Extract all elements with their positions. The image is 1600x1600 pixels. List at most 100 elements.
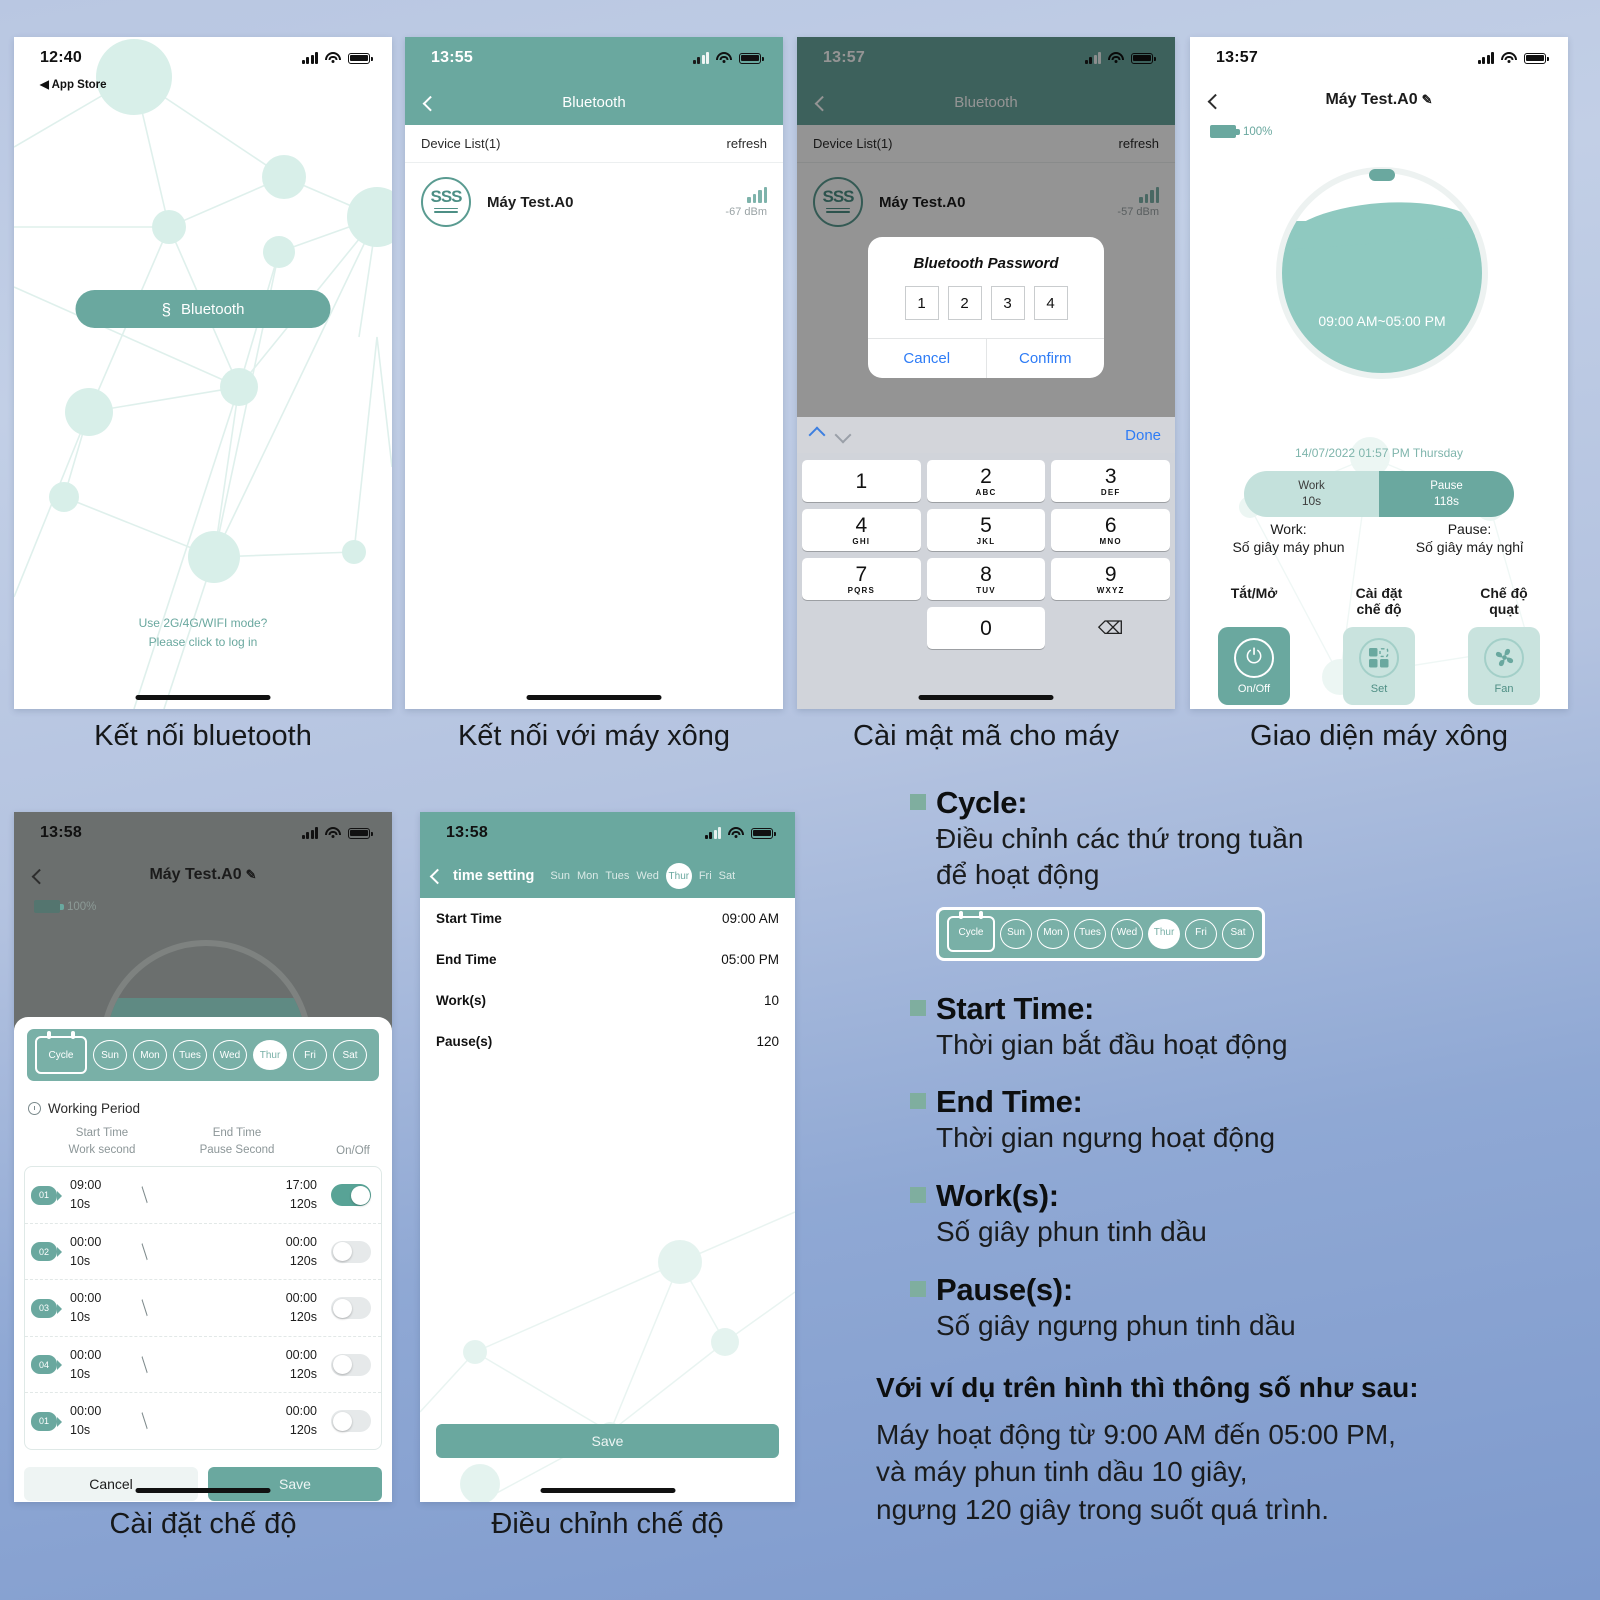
battery-percent: 100%	[67, 900, 97, 913]
pin-digit-3[interactable]: 3	[990, 286, 1025, 320]
key-3[interactable]: 3 DEF	[1051, 460, 1170, 502]
mini-day-wed[interactable]: Wed	[1111, 918, 1143, 949]
control-power-caption: Tắt/Mở	[1230, 585, 1278, 601]
keyboard-done-button[interactable]: Done	[1125, 427, 1161, 444]
home-indicator	[135, 695, 271, 700]
key-7[interactable]: 7 PQRS	[802, 558, 921, 600]
back-icon[interactable]	[31, 868, 48, 885]
day-fri[interactable]: Fri	[293, 1040, 327, 1070]
row-work-seconds[interactable]: Work(s) 10	[420, 980, 795, 1021]
chevron-down-icon[interactable]	[834, 426, 852, 444]
chevron-up-icon[interactable]	[808, 426, 826, 444]
table-row[interactable]: 02 00:00 10s ╱ 00:00 120s	[25, 1224, 381, 1281]
day-sat[interactable]: Sat	[333, 1040, 367, 1070]
key-9[interactable]: 9 WXYZ	[1051, 558, 1170, 600]
mini-day-mon[interactable]: Mon	[1037, 918, 1069, 949]
mini-day-sat[interactable]: Sat	[1222, 918, 1254, 949]
row-end-time[interactable]: End Time 05:00 PM	[420, 939, 795, 980]
edit-row-icon[interactable]: ╱	[136, 1243, 153, 1260]
table-row[interactable]: 01 09:00 10s ╱ 17:00 120s	[25, 1167, 381, 1224]
pause-pill[interactable]: Pause 118s	[1379, 471, 1514, 517]
mini-day-fri[interactable]: Fri	[1185, 918, 1217, 949]
save-button[interactable]: Save	[436, 1424, 779, 1458]
table-row[interactable]: 04 00:00 10s ╱ 00:00 120s	[25, 1337, 381, 1394]
refresh-button[interactable]: refresh	[727, 136, 767, 151]
navbar-title: Bluetooth	[562, 93, 626, 111]
row-work-second: 10s	[70, 1197, 91, 1211]
set-button[interactable]: Set	[1343, 627, 1415, 705]
back-to-app-store-link[interactable]: ◀ App Store	[40, 77, 107, 91]
edit-pencil-icon[interactable]: ✎	[246, 867, 257, 883]
row-toggle[interactable]	[331, 1240, 371, 1263]
key-1[interactable]: 1	[802, 460, 921, 502]
key-0[interactable]: 0	[926, 607, 1046, 649]
key-letters: DEF	[1100, 487, 1121, 497]
phone-screen-password-entry: 13:57 Bluetooth Device List(1) refresh S…	[797, 37, 1175, 709]
save-button[interactable]: Save	[208, 1466, 382, 1501]
key-4[interactable]: 4 GHI	[802, 509, 921, 551]
cancel-button[interactable]: Cancel	[868, 339, 987, 378]
numeric-keypad: 1 2 ABC 3 DEF 4 GHI 5 JKL 6 MNO 7 PQRS 8 TUV 9W…	[797, 453, 1175, 659]
keyboard-nav-arrows[interactable]	[808, 426, 852, 444]
confirm-button[interactable]: Confirm	[987, 339, 1105, 378]
row-label: Pause(s)	[436, 1034, 493, 1049]
dial-knob[interactable]	[1369, 169, 1395, 181]
edit-row-icon[interactable]: ╱	[136, 1356, 153, 1373]
edit-row-icon[interactable]: ╱	[136, 1413, 153, 1430]
row-end-time: 00:00	[285, 1234, 317, 1249]
day-tues[interactable]: Tues	[173, 1040, 207, 1070]
row-toggle[interactable]	[331, 1297, 371, 1319]
schedule-dial[interactable]: 09:00 AM~05:00 PM	[1276, 167, 1488, 379]
back-icon[interactable]	[422, 95, 439, 112]
backspace-icon[interactable]: ⌫	[1051, 607, 1170, 649]
pin-digit-4[interactable]: 4	[1033, 286, 1068, 320]
key-6[interactable]: 6 MNO	[1051, 509, 1170, 551]
row-label: Start Time	[436, 911, 502, 926]
work-pill[interactable]: Work 10s	[1244, 471, 1379, 517]
edit-pencil-icon[interactable]: ✎	[1422, 92, 1433, 108]
key-letters: JKL	[976, 536, 996, 546]
login-hint[interactable]: Use 2G/4G/WIFI mode? Please click to log…	[14, 614, 392, 651]
cycle-label: Cycle	[48, 1049, 74, 1061]
device-list-item[interactable]: SSS Máy Test.A0 -67 dBm	[405, 163, 783, 241]
control-power: Tắt/Mở ⏻ On/Off	[1218, 585, 1290, 705]
key-2[interactable]: 2 ABC	[926, 460, 1046, 502]
bluetooth-button[interactable]: § Bluetooth	[75, 290, 331, 328]
row-start-time[interactable]: Start Time 09:00 AM	[420, 898, 795, 939]
legend-work: Work: Số giây máy phun	[1198, 521, 1379, 556]
back-icon[interactable]	[1207, 93, 1224, 110]
edit-row-icon[interactable]: ╱	[136, 1187, 153, 1204]
day-wed[interactable]: Wed	[213, 1040, 247, 1070]
row-toggle[interactable]	[331, 1353, 371, 1376]
key-5[interactable]: 5 JKL	[926, 509, 1046, 551]
mini-day-sun[interactable]: Sun	[1000, 918, 1032, 949]
cycle-button[interactable]: Cycle	[35, 1031, 87, 1074]
col-pause-second: Pause Second	[199, 1144, 275, 1157]
mini-day-thur[interactable]: Thur	[1148, 918, 1180, 949]
row-toggle[interactable]	[331, 1410, 371, 1432]
day-thur[interactable]: Thur	[253, 1040, 287, 1070]
pin-digit-2[interactable]: 2	[947, 286, 982, 320]
login-link[interactable]: Please click to log in	[14, 633, 392, 652]
caption-2: Kết nối với máy xông	[457, 720, 731, 752]
status-icons	[692, 52, 764, 64]
row-start-time: 00:00	[70, 1347, 102, 1362]
edit-row-icon[interactable]: ╱	[136, 1300, 153, 1317]
bluetooth-button-label: Bluetooth	[181, 300, 245, 318]
key-8[interactable]: 8 TUV	[926, 558, 1046, 600]
bullet-square-icon	[910, 794, 926, 810]
pin-input-row[interactable]: 1 2 3 4	[868, 286, 1104, 338]
fan-button[interactable]: Fan	[1468, 627, 1540, 705]
row-toggle[interactable]	[331, 1184, 371, 1206]
row-pause-seconds[interactable]: Pause(s) 120	[420, 1021, 795, 1062]
home-indicator	[135, 1488, 271, 1493]
day-sun[interactable]: Sun	[93, 1040, 127, 1070]
mini-day-tues[interactable]: Tues	[1074, 918, 1106, 949]
pin-digit-1[interactable]: 1	[904, 286, 939, 320]
cancel-button[interactable]: Cancel	[24, 1466, 198, 1501]
mini-cycle-button[interactable]: Cycle	[947, 910, 995, 952]
power-button[interactable]: ⏻ On/Off	[1218, 627, 1290, 705]
day-mon[interactable]: Mon	[133, 1040, 167, 1070]
table-row[interactable]: 03 00:00 10s ╱ 00:00 120s	[25, 1280, 381, 1337]
table-row[interactable]: 01 00:00 10s ╱ 00:00 120s	[25, 1393, 381, 1449]
